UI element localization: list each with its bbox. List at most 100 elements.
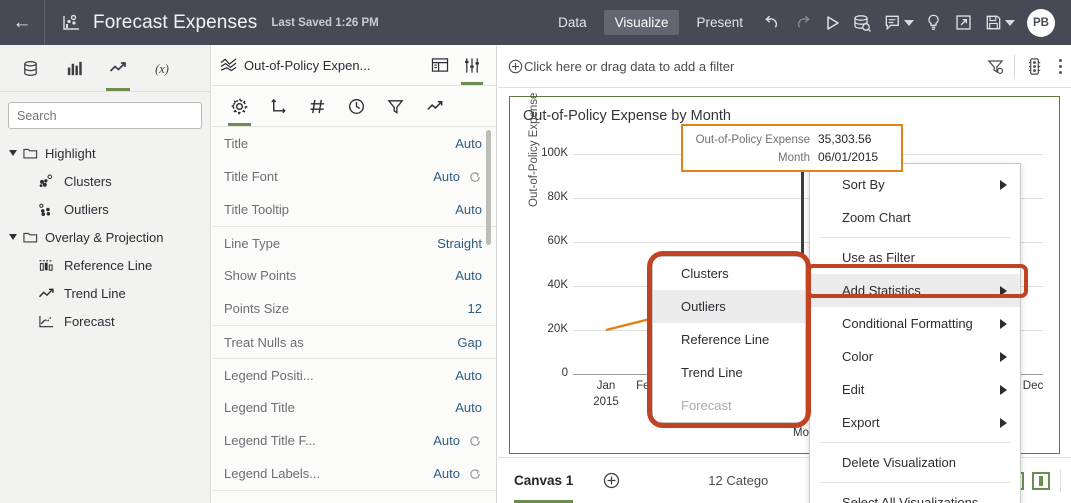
back-arrow-icon[interactable]: ←	[0, 0, 44, 45]
property-row-legend-title-font[interactable]: Legend Title F... Auto	[212, 424, 496, 457]
chevron-down-icon[interactable]	[9, 234, 17, 240]
toolbar-divider	[44, 0, 45, 45]
number-format-icon[interactable]	[298, 87, 337, 126]
sidebar-item-forecast[interactable]: Forecast	[0, 307, 210, 335]
property-row-title-tooltip[interactable]: Title Tooltip Auto	[212, 193, 496, 226]
property-row-legend-position[interactable]: Legend Positi... Auto	[212, 358, 496, 391]
data-source-icon[interactable]	[8, 46, 52, 91]
nav-tab-present[interactable]: Present	[685, 10, 754, 35]
submenu-item-outliers[interactable]: Outliers	[653, 290, 805, 323]
save-icon[interactable]	[978, 0, 1008, 45]
property-value[interactable]: Gap	[457, 335, 482, 350]
redo-icon[interactable]	[787, 0, 817, 45]
categories-count-label: 12 Catego	[708, 473, 769, 488]
chevron-down-icon[interactable]	[9, 150, 17, 156]
menu-item-edit[interactable]: Edit	[810, 373, 1020, 406]
add-statistics-submenu[interactable]: Clusters Outliers Reference Line Trend L…	[652, 256, 806, 423]
sidebar-item-clusters[interactable]: Clusters	[0, 167, 210, 195]
sidebar-item-outliers[interactable]: Outliers	[0, 195, 210, 223]
avatar[interactable]: PB	[1027, 8, 1055, 37]
menu-item-use-as-filter[interactable]: Use as Filter	[810, 241, 1020, 274]
grammar-panel-icon[interactable]	[424, 46, 456, 85]
sidebar-item-reference-line[interactable]: Reference Line	[0, 251, 210, 279]
nav-tab-visualize[interactable]: Visualize	[603, 10, 680, 35]
undo-icon[interactable]	[757, 0, 787, 45]
menu-item-label: Zoom Chart	[842, 210, 911, 225]
more-vertical-icon[interactable]	[1049, 45, 1071, 87]
property-value[interactable]: Auto	[433, 169, 460, 184]
prepare-data-icon[interactable]	[847, 0, 877, 45]
mode-nav: Data Visualize Present	[544, 0, 757, 45]
reset-icon[interactable]	[468, 467, 482, 481]
analytics-trend-icon[interactable]	[415, 87, 454, 126]
submenu-arrow-icon	[1000, 384, 1007, 395]
submenu-arrow-icon	[1000, 179, 1007, 190]
menu-item-export[interactable]: Export	[810, 406, 1020, 439]
filter-icon[interactable]	[376, 87, 415, 126]
property-value[interactable]: Auto	[455, 136, 482, 151]
property-value[interactable]: Auto	[455, 268, 482, 283]
property-value[interactable]: Straight	[437, 236, 482, 251]
property-value[interactable]: Auto	[433, 466, 460, 481]
search-input[interactable]	[8, 102, 202, 129]
property-row-legend-title[interactable]: Legend Title Auto	[212, 391, 496, 424]
filter-bar[interactable]: Click here or drag data to add a filter	[498, 45, 1071, 88]
sidebar-item-trend-line[interactable]: Trend Line	[0, 279, 210, 307]
visualizations-icon[interactable]	[52, 46, 96, 91]
play-icon[interactable]	[817, 0, 847, 45]
date-format-icon[interactable]	[337, 87, 376, 126]
property-row-line-type[interactable]: Line Type Straight	[212, 226, 496, 259]
sidebar-group-overlay-projection[interactable]: Overlay & Projection	[0, 223, 210, 251]
property-row-title-font[interactable]: Title Font Auto	[212, 160, 496, 193]
calculation-icon[interactable]: (x)	[140, 46, 184, 91]
general-gear-icon[interactable]	[220, 87, 259, 126]
tooltip-value: 35,303.56	[818, 132, 872, 146]
menu-item-label: Color	[842, 349, 874, 364]
property-row-title[interactable]: Title Auto	[212, 127, 496, 160]
property-row-points-size[interactable]: Points Size 12	[212, 292, 496, 325]
property-value[interactable]: Auto	[433, 433, 460, 448]
context-menu[interactable]: Sort By Zoom Chart Use as Filter Add Sta…	[809, 163, 1021, 503]
menu-item-label: Export	[842, 415, 880, 430]
comment-dropdown-caret-icon[interactable]	[904, 19, 914, 26]
analytics-icon[interactable]	[96, 46, 140, 91]
property-row-show-points[interactable]: Show Points Auto	[212, 259, 496, 292]
property-label: Treat Nulls as	[224, 334, 304, 350]
toolbar-divider	[1014, 54, 1015, 78]
menu-item-conditional-formatting[interactable]: Conditional Formatting	[810, 307, 1020, 340]
sidebar-group-highlight[interactable]: Highlight	[0, 139, 210, 167]
layout-split-icon[interactable]	[1032, 471, 1050, 490]
add-filter-icon[interactable]	[508, 59, 523, 74]
submenu-item-reference-line[interactable]: Reference Line	[653, 323, 805, 356]
submenu-item-trend-line[interactable]: Trend Line	[653, 356, 805, 389]
canvas-tab[interactable]: Canvas 1	[514, 459, 574, 503]
data-actions-icon[interactable]	[1019, 45, 1049, 87]
property-row-legend-labels[interactable]: Legend Labels... Auto	[212, 457, 496, 490]
menu-item-zoom-chart[interactable]: Zoom Chart	[810, 201, 1020, 234]
menu-item-color[interactable]: Color	[810, 340, 1020, 373]
menu-item-sort-by[interactable]: Sort By	[810, 168, 1020, 201]
comment-icon[interactable]	[877, 0, 907, 45]
chart-tooltip: Out-of-Policy Expense 35,303.56 Month 06…	[681, 124, 903, 172]
add-canvas-icon[interactable]	[603, 472, 620, 489]
share-icon[interactable]	[948, 0, 978, 45]
properties-panel-icon[interactable]	[456, 46, 488, 85]
reset-icon[interactable]	[468, 434, 482, 448]
property-row-spacer	[212, 490, 496, 502]
menu-item-delete-visualization[interactable]: Delete Visualization	[810, 446, 1020, 479]
filter-toggle-icon[interactable]	[980, 45, 1010, 87]
property-value[interactable]: Auto	[455, 368, 482, 383]
property-value[interactable]: Auto	[455, 400, 482, 415]
menu-item-select-all-visualizations[interactable]: Select All Visualizations	[810, 486, 1020, 503]
property-row-treat-nulls[interactable]: Treat Nulls as Gap	[212, 325, 496, 358]
menu-item-add-statistics[interactable]: Add Statistics	[810, 274, 1020, 307]
insights-icon[interactable]	[918, 0, 948, 45]
axis-icon[interactable]	[259, 87, 298, 126]
submenu-item-clusters[interactable]: Clusters	[653, 257, 805, 290]
property-value[interactable]: Auto	[455, 202, 482, 217]
property-value[interactable]: 12	[468, 301, 482, 316]
save-dropdown-caret-icon[interactable]	[1005, 19, 1015, 26]
nav-tab-data[interactable]: Data	[547, 10, 598, 35]
properties-scrollbar[interactable]	[486, 130, 491, 245]
reset-icon[interactable]	[468, 170, 482, 184]
